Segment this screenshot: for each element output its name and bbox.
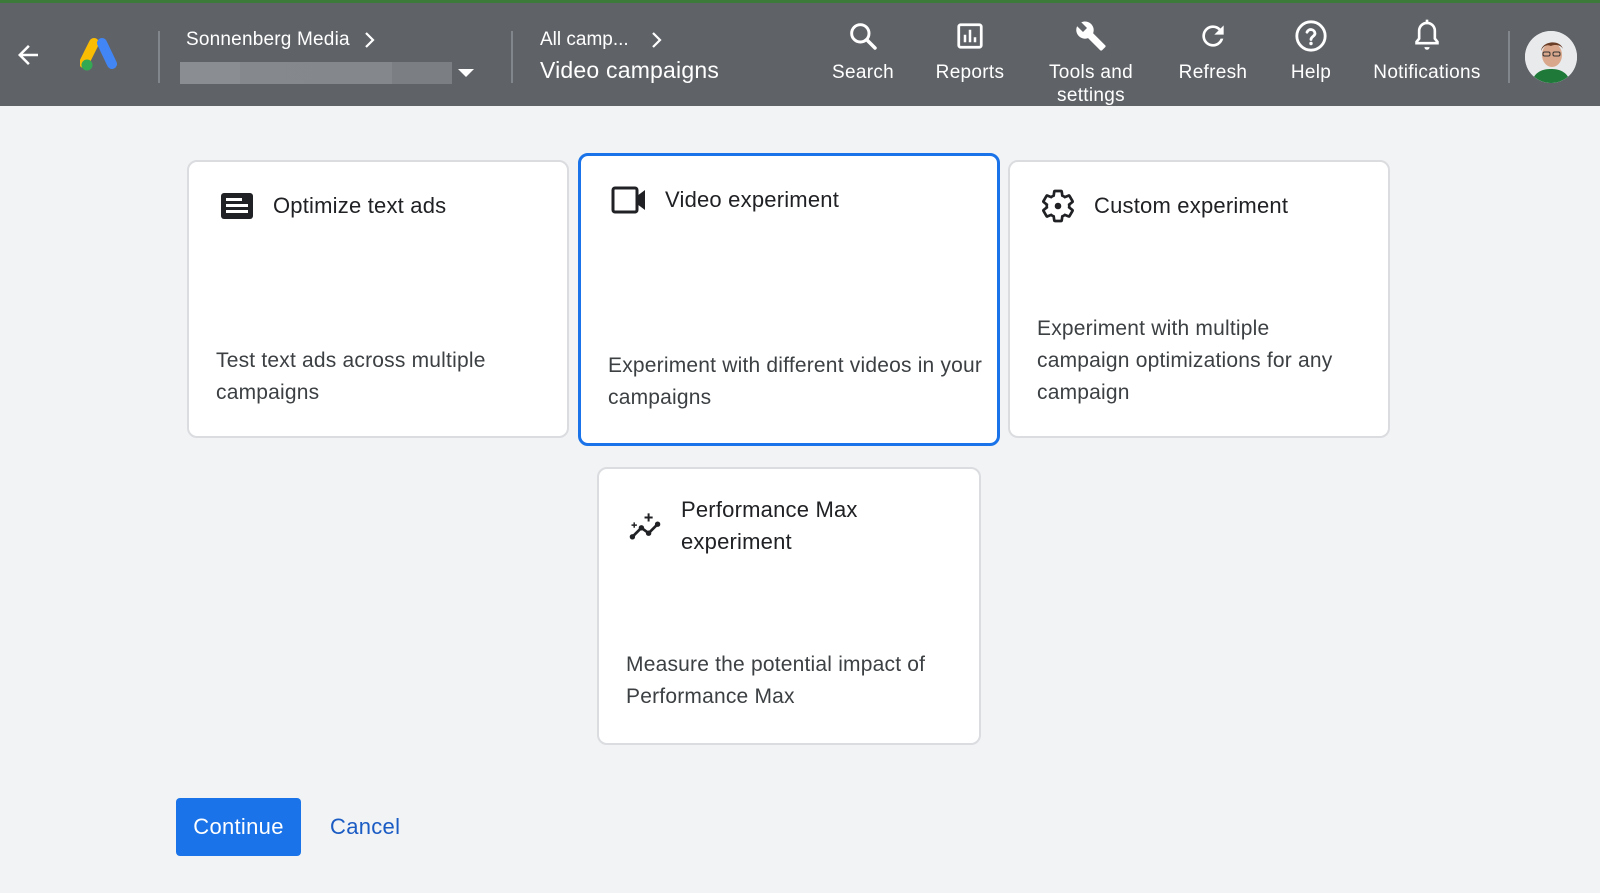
user-avatar[interactable] — [1525, 31, 1577, 83]
breadcrumb-parent-link[interactable]: All camp... — [540, 29, 719, 51]
account-id-selector[interactable] — [180, 61, 476, 85]
continue-button[interactable]: Continue — [176, 798, 301, 856]
reports-button[interactable]: Reports — [932, 17, 1008, 84]
videocam-icon — [611, 184, 647, 216]
text-ad-icon — [219, 190, 255, 222]
reports-label: Reports — [935, 62, 1005, 83]
sparkle-chart-icon — [627, 494, 663, 558]
refresh-button[interactable]: Refresh — [1175, 17, 1251, 84]
search-icon — [845, 17, 881, 55]
refresh-label: Refresh — [1178, 62, 1248, 83]
search-label: Search — [831, 62, 894, 83]
breadcrumb: All camp... Video campaigns — [540, 29, 719, 84]
notifications-button[interactable]: Notifications — [1366, 17, 1488, 84]
account-switcher[interactable]: Sonnenberg Media — [186, 29, 376, 51]
chevron-right-icon — [651, 32, 662, 48]
chevron-right-icon — [364, 32, 375, 48]
arrow-back-icon — [18, 45, 38, 65]
account-id-redacted — [180, 62, 452, 84]
caret-down-icon — [458, 69, 474, 77]
wrench-icon — [1073, 17, 1109, 55]
card-description: Measure the potential impact of Performa… — [626, 653, 926, 708]
card-description: Experiment with multiple campaign optimi… — [1037, 317, 1333, 404]
tools-and-settings-label: Tools and settings — [1048, 62, 1134, 106]
breadcrumb-parent: All camp... — [540, 29, 629, 50]
tools-and-settings-button[interactable]: Tools and settings — [1040, 17, 1142, 107]
google-ads-logo[interactable] — [79, 37, 120, 73]
reports-icon — [952, 17, 988, 55]
bell-icon — [1409, 17, 1445, 55]
page-title: Video campaigns — [540, 57, 720, 83]
refresh-icon — [1195, 17, 1231, 55]
help-icon — [1293, 17, 1329, 55]
card-description: Experiment with different videos in your… — [608, 354, 983, 409]
notifications-label: Notifications — [1373, 62, 1481, 83]
header-divider — [158, 31, 160, 83]
experiment-card-optimize-text-ads[interactable]: Optimize text ads Test text ads across m… — [187, 160, 569, 438]
top-app-bar: Sonnenberg Media All camp... Video campa… — [0, 0, 1600, 106]
experiment-card-custom-experiment[interactable]: Custom experiment Experiment with multip… — [1008, 160, 1390, 438]
experiment-card-video-experiment[interactable]: Video experiment Experiment with differe… — [578, 153, 1000, 446]
card-title: Custom experiment — [1094, 193, 1289, 218]
card-title: Video experiment — [665, 187, 840, 212]
header-divider — [511, 31, 513, 83]
help-button[interactable]: Help — [1286, 17, 1336, 84]
search-button[interactable]: Search — [830, 17, 896, 84]
experiment-card-performance-max[interactable]: Performance Max experiment Measure the p… — [597, 467, 981, 745]
gear-icon — [1040, 189, 1076, 223]
back-button[interactable] — [12, 39, 44, 71]
card-title: Optimize text ads — [273, 193, 447, 218]
help-label: Help — [1290, 62, 1332, 83]
card-description: Test text ads across multiple campaigns — [216, 349, 486, 404]
account-name: Sonnenberg Media — [186, 29, 350, 50]
header-divider — [1508, 31, 1510, 83]
cancel-button[interactable]: Cancel — [318, 798, 412, 856]
card-title: Performance Max experiment — [681, 497, 858, 554]
